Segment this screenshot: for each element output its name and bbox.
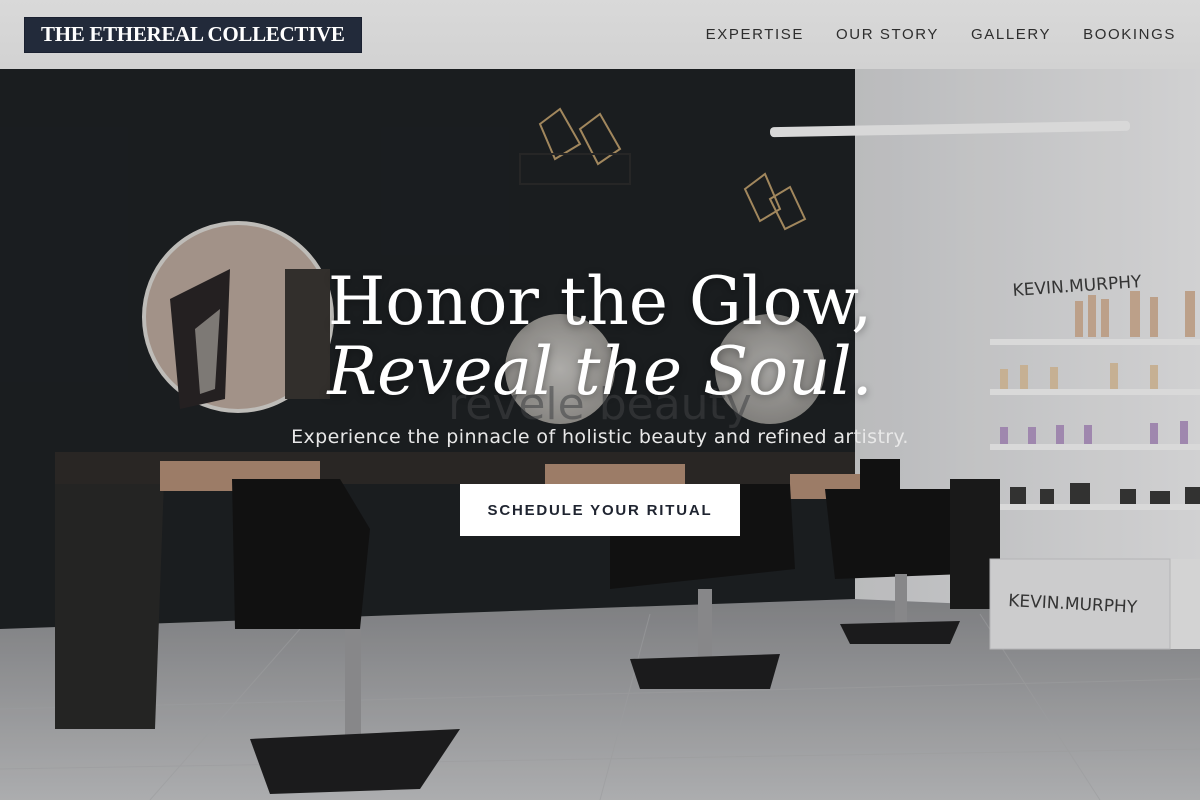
nav-link-gallery[interactable]: GALLERY [971, 26, 1051, 43]
hero-headline-line2: Reveal the Soul. [327, 333, 873, 410]
hero-headline: Honor the Glow, Reveal the Soul. [0, 267, 1200, 407]
nav-link-bookings[interactable]: BOOKINGS [1083, 26, 1176, 43]
site-header: THE ETHEREAL COLLECTIVE EXPERTISE OUR ST… [0, 0, 1200, 69]
main-nav: EXPERTISE OUR STORY GALLERY BOOKINGS [706, 26, 1176, 43]
hero-content: Honor the Glow, Reveal the Soul. Experie… [0, 69, 1200, 800]
nav-link-our-story[interactable]: OUR STORY [836, 26, 939, 43]
hero-tagline: Experience the pinnacle of holistic beau… [291, 426, 909, 448]
nav-link-expertise[interactable]: EXPERTISE [706, 26, 804, 43]
schedule-ritual-button[interactable]: SCHEDULE YOUR RITUAL [460, 484, 740, 536]
brand-logo[interactable]: THE ETHEREAL COLLECTIVE [24, 16, 362, 53]
hero-headline-line1: Honor the Glow, [327, 263, 873, 340]
